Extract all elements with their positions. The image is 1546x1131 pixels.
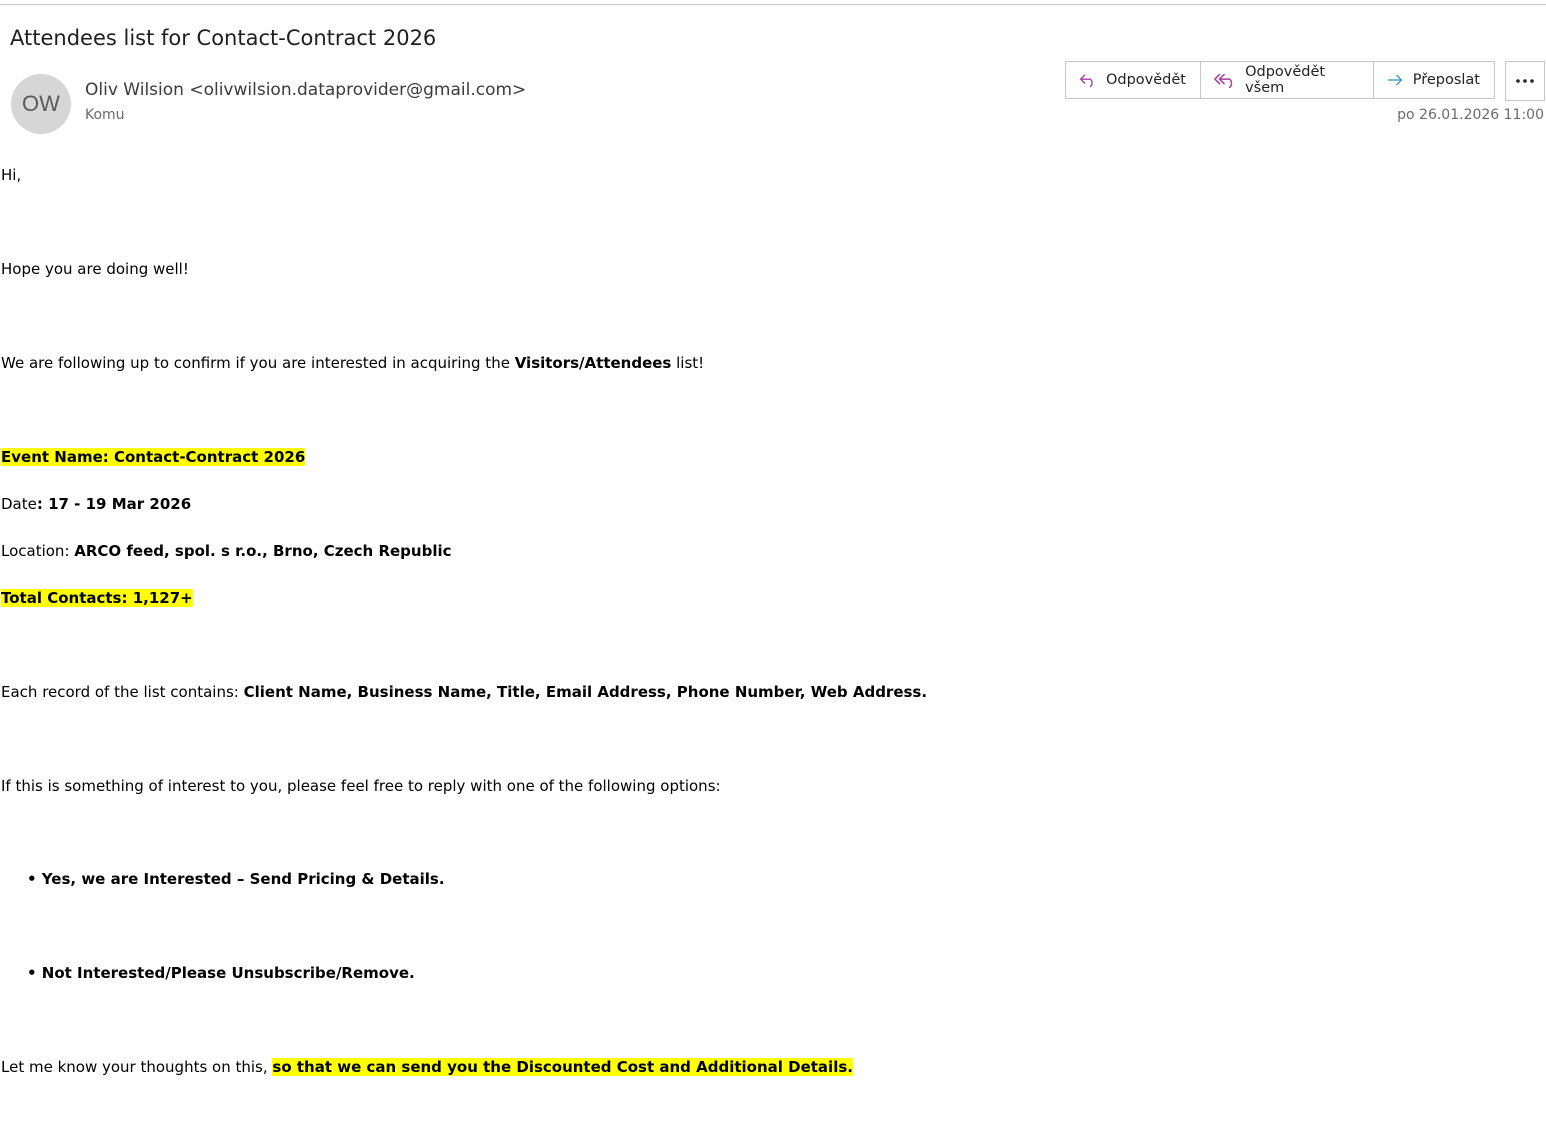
date-line: Date: 17 - 19 Mar 2026	[1, 495, 191, 513]
location-label: Location:	[1, 542, 75, 560]
body-line-1: Hope you are doing well!	[1, 260, 189, 278]
reply-button[interactable]: Odpovědět	[1065, 61, 1201, 99]
reply-all-icon	[1214, 73, 1233, 89]
body-line-2-suffix: list!	[671, 354, 705, 372]
reply-all-button[interactable]: Odpovědět všem	[1201, 61, 1374, 99]
recipients-label[interactable]: Komu	[85, 107, 125, 123]
body-line-2-prefix: We are following up to confirm if you ar…	[1, 354, 515, 372]
greeting: Hi,	[1, 166, 22, 184]
reply-all-label: Odpovědět všem	[1245, 64, 1326, 96]
more-actions-button[interactable]	[1505, 61, 1545, 101]
location-line: Location: ARCO feed, spol. s r.o., Brno,…	[1, 542, 452, 560]
body-line-2-bold: Visitors/Attendees	[514, 354, 672, 372]
option-interested: • Yes, we are Interested – Send Pricing …	[27, 870, 445, 888]
closing-highlight: so that we can send you the Discounted C…	[272, 1058, 853, 1076]
date-value: : 17 - 19 Mar 2026	[36, 495, 192, 513]
reply-icon	[1079, 74, 1093, 88]
interest-line: If this is something of interest to you,…	[1, 777, 721, 795]
forward-label: Přeposlat	[1412, 72, 1480, 88]
closing-prefix: Let me know your thoughts on this,	[1, 1058, 273, 1076]
body-line-2: We are following up to confirm if you ar…	[1, 354, 704, 372]
sender-name[interactable]: Oliv Wilsion <olivwilsion.dataprovider@g…	[85, 80, 526, 100]
window-top-border	[0, 0, 1546, 5]
record-line: Each record of the list contains: Client…	[1, 683, 927, 701]
total-contacts-line: Total Contacts: 1,127+	[1, 589, 193, 607]
location-value: ARCO feed, spol. s r.o., Brno, Czech Rep…	[74, 542, 452, 560]
option-not-interested-text: • Not Interested/Please Unsubscribe/Remo…	[27, 964, 415, 982]
record-prefix: Each record of the list contains:	[1, 683, 244, 701]
forward-icon	[1387, 74, 1403, 86]
forward-button[interactable]: Přeposlat	[1374, 61, 1495, 99]
option-not-interested: • Not Interested/Please Unsubscribe/Remo…	[27, 964, 415, 982]
message-actions: Odpovědět Odpovědět všem Přeposlat	[1065, 61, 1495, 99]
received-date: po 26.01.2026 11:00	[1397, 107, 1544, 123]
reply-label: Odpovědět	[1105, 72, 1186, 88]
record-fields: Client Name, Business Name, Title, Email…	[243, 683, 928, 701]
option-interested-text: • Yes, we are Interested – Send Pricing …	[27, 870, 445, 888]
more-horizontal-icon	[1516, 79, 1534, 83]
event-name: Event Name: Contact-Contract 2026	[1, 448, 306, 466]
total-contacts: Total Contacts: 1,127+	[1, 589, 193, 607]
email-subject: Attendees list for Contact-Contract 2026	[10, 26, 437, 50]
closing-line: Let me know your thoughts on this, so th…	[1, 1058, 853, 1076]
date-label: Date	[1, 495, 37, 513]
event-name-line: Event Name: Contact-Contract 2026	[1, 448, 306, 466]
sender-avatar: OW	[11, 74, 71, 134]
